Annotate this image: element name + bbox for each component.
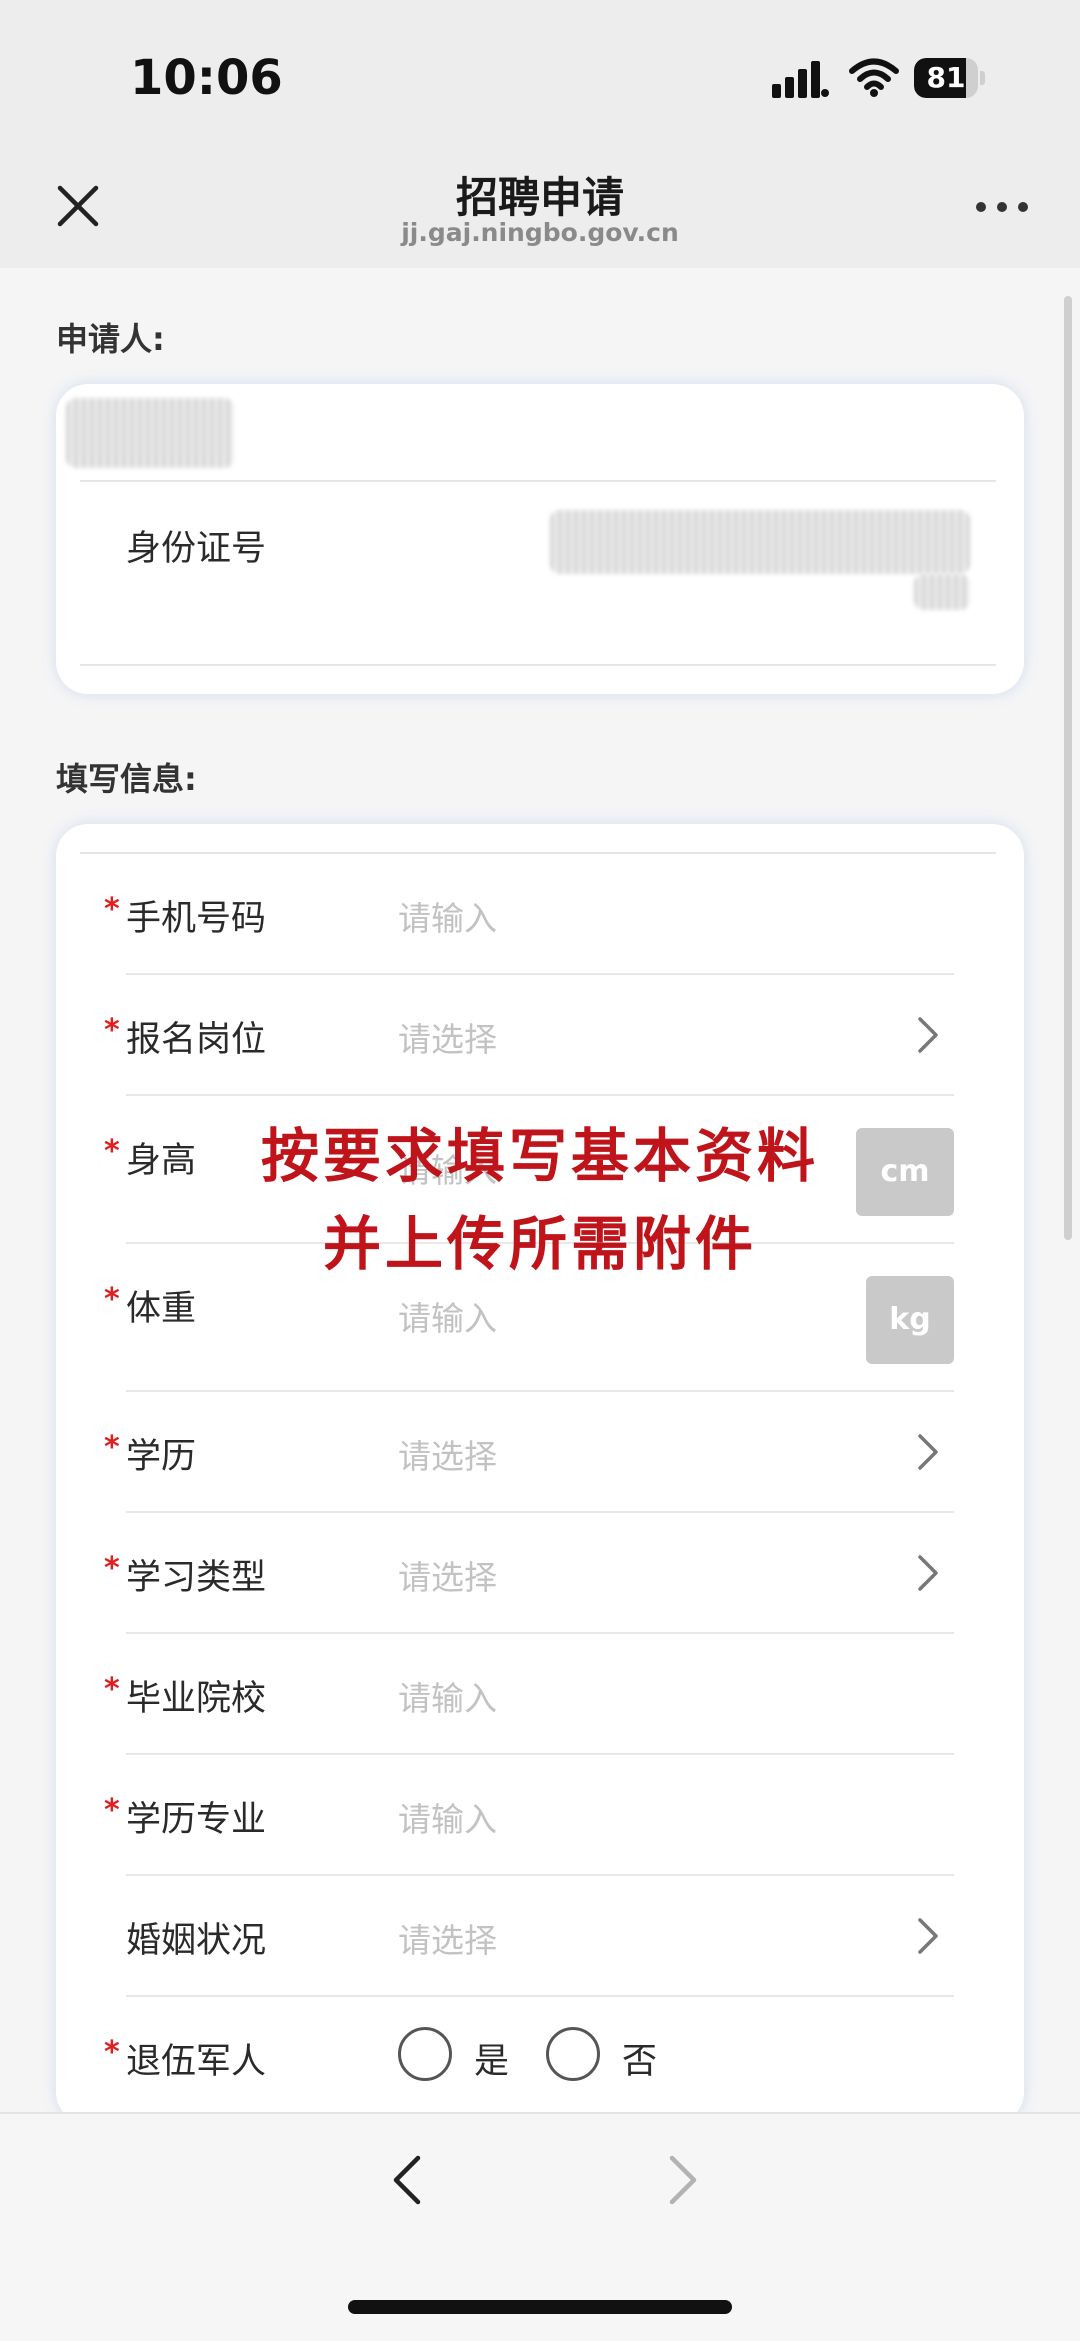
required-mark: * — [104, 2035, 120, 2070]
form-section-label: 填写信息: — [56, 760, 197, 798]
education-row[interactable]: * 学历 请选择 — [56, 1392, 1024, 1513]
weight-input[interactable]: 请输入 — [398, 1292, 497, 1340]
chevron-right-icon[interactable] — [650, 2150, 710, 2210]
required-mark: * — [104, 1672, 120, 1707]
marital-select[interactable]: 请选择 — [398, 1914, 497, 1962]
veteran-yes-label: 是 — [474, 2042, 510, 2082]
applicant-section-label: 申请人: — [56, 320, 165, 358]
required-mark: * — [104, 1013, 120, 1048]
school-input[interactable]: 请输入 — [398, 1672, 497, 1720]
overlay-line-2: 并上传所需附件 — [322, 1210, 757, 1278]
page-title: 招聘申请 — [455, 173, 624, 222]
study-type-row[interactable]: * 学习类型 请选择 — [56, 1513, 1024, 1634]
chevron-right-icon — [918, 1017, 938, 1053]
chevron-left-icon[interactable] — [380, 2150, 440, 2210]
study-type-label: 学习类型 — [126, 1558, 267, 1598]
page-url: jj.gaj.ningbo.gov.cn — [401, 218, 679, 247]
position-label: 报名岗位 — [126, 1020, 267, 1060]
form-card: * 手机号码 请输入 * 报名岗位 请选择 * 身高 请输入 cm * 体重 请… — [56, 824, 1024, 2124]
phone-label: 手机号码 — [126, 899, 267, 939]
veteran-row: * 退伍军人 是 否 — [56, 1997, 1024, 2118]
overlay-line-1: 按要求填写基本资料 — [260, 1122, 819, 1190]
close-icon[interactable] — [48, 176, 108, 236]
required-mark: * — [104, 1793, 120, 1828]
major-label: 学历专业 — [126, 1800, 267, 1840]
id-number-redacted — [550, 510, 970, 574]
veteran-no-radio[interactable] — [546, 2027, 600, 2081]
status-time: 10:06 — [130, 50, 283, 106]
school-row[interactable]: * 毕业院校 请输入 — [56, 1634, 1024, 1755]
wifi-icon — [849, 58, 899, 97]
marital-label: 婚姻状况 — [126, 1921, 267, 1961]
divider — [80, 480, 996, 482]
position-row[interactable]: * 报名岗位 请选择 — [56, 975, 1024, 1096]
id-number-label: 身份证号 — [126, 529, 267, 569]
veteran-yes-radio[interactable] — [398, 2027, 452, 2081]
scrollbar[interactable] — [1064, 296, 1072, 1240]
instruction-overlay: 按要求填写基本资料 并上传所需附件 — [140, 1112, 940, 1288]
phone-row[interactable]: * 手机号码 请输入 — [56, 854, 1024, 975]
battery-icon: 81 — [914, 58, 985, 98]
required-mark: * — [104, 1551, 120, 1586]
battery-level: 81 — [926, 61, 966, 94]
required-mark: * — [104, 1134, 120, 1169]
chevron-right-icon — [918, 1434, 938, 1470]
veteran-label: 退伍军人 — [126, 2042, 267, 2082]
major-row[interactable]: * 学历专业 请输入 — [56, 1755, 1024, 1876]
required-mark: * — [104, 1282, 120, 1317]
chevron-right-icon — [918, 1918, 938, 1954]
phone-input[interactable]: 请输入 — [398, 892, 497, 940]
education-select[interactable]: 请选择 — [398, 1430, 497, 1478]
more-icon[interactable] — [972, 190, 1032, 224]
major-input[interactable]: 请输入 — [398, 1793, 497, 1841]
divider — [80, 664, 996, 666]
education-label: 学历 — [126, 1437, 197, 1477]
required-mark: * — [104, 1430, 120, 1465]
marital-row[interactable]: 婚姻状况 请选择 — [56, 1876, 1024, 1997]
school-label: 毕业院校 — [126, 1679, 267, 1719]
applicant-card: 身份证号 — [56, 384, 1024, 694]
position-select[interactable]: 请选择 — [398, 1013, 497, 1061]
signal-icon — [772, 61, 829, 98]
required-mark: * — [104, 892, 120, 927]
chevron-right-icon — [918, 1555, 938, 1591]
id-number-redacted-tail — [914, 574, 970, 610]
applicant-name-redacted — [66, 398, 234, 468]
veteran-no-label: 否 — [622, 2042, 658, 2082]
weight-unit-badge: kg — [866, 1276, 954, 1364]
study-type-select[interactable]: 请选择 — [398, 1551, 497, 1599]
home-indicator[interactable] — [348, 2300, 732, 2314]
